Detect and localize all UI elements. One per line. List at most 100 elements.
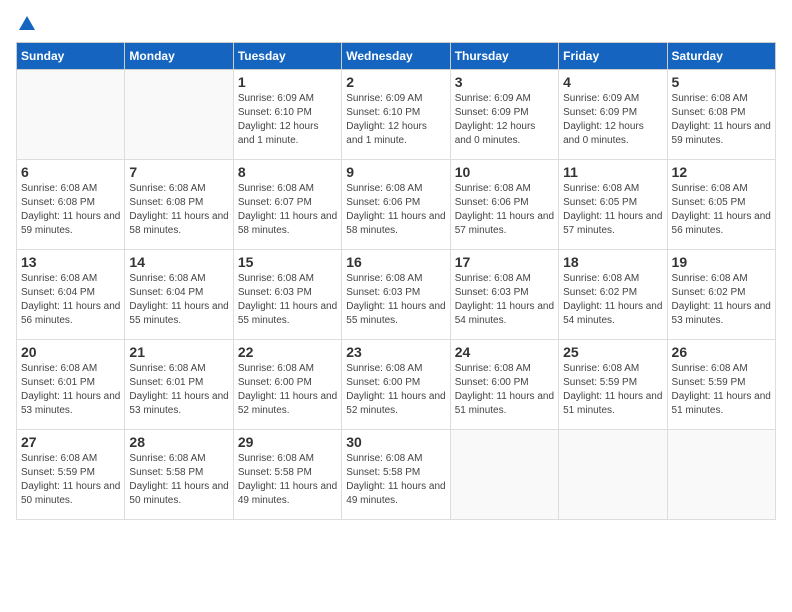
day-number: 29 — [238, 434, 337, 450]
calendar-cell: 7 Sunrise: 6:08 AM Sunset: 6:08 PM Daylig… — [125, 160, 233, 250]
day-info: Sunrise: 6:08 AM Sunset: 6:05 PM Dayligh… — [672, 182, 771, 238]
day-number: 17 — [455, 254, 554, 270]
calendar-cell: 24 Sunrise: 6:08 AM Sunset: 6:00 PM Dayli… — [450, 340, 558, 430]
calendar-cell: 20Sunrise: 6:08 AM Sunset: 6:01 PM Dayli… — [17, 340, 125, 430]
day-number: 3 — [455, 74, 554, 90]
day-info: Sunrise: 6:08 AM Sunset: 6:08 PM Dayligh… — [21, 182, 120, 238]
day-info: Sunrise: 6:08 AM Sunset: 6:04 PM Dayligh… — [129, 272, 228, 328]
calendar-cell — [559, 430, 667, 520]
day-info: Sunrise: 6:08 AM Sunset: 6:07 PM Dayligh… — [238, 182, 337, 238]
day-number: 2 — [346, 74, 445, 90]
day-info: Sunrise: 6:08 AM Sunset: 6:00 PM Dayligh… — [455, 362, 554, 418]
day-number: 28 — [129, 434, 228, 450]
calendar-cell: 13 Sunrise: 6:08 AM Sunset: 6:04 PM Dayli… — [17, 250, 125, 340]
day-info: Sunrise: 6:08 AM Sunset: 5:58 PM Dayligh… — [238, 452, 337, 508]
day-number: 11 — [563, 164, 662, 180]
calendar-cell: 26 Sunrise: 6:08 AM Sunset: 5:59 PM Dayli… — [667, 340, 775, 430]
calendar-week-row: 13 Sunrise: 6:08 AM Sunset: 6:04 PM Dayli… — [17, 250, 776, 340]
day-number: 8 — [238, 164, 337, 180]
day-info: Sunrise: 6:08 AM Sunset: 6:08 PM Dayligh… — [129, 182, 228, 238]
day-info: Sunrise: 6:08 AM Sunset: 6:03 PM Dayligh… — [238, 272, 337, 328]
day-info: Sunrise: 6:09 AM Sunset: 6:10 PM Dayligh… — [238, 92, 337, 148]
day-info: Sunrise: 6:08 AM Sunset: 6:02 PM Dayligh… — [563, 272, 662, 328]
calendar-cell: 14 Sunrise: 6:08 AM Sunset: 6:04 PM Dayli… — [125, 250, 233, 340]
calendar-cell: 15 Sunrise: 6:08 AM Sunset: 6:03 PM Dayli… — [233, 250, 341, 340]
logo-triangle-icon — [19, 16, 35, 30]
day-number: 22 — [238, 344, 337, 360]
calendar-cell: 3 Sunrise: 6:09 AM Sunset: 6:09 PM Daylig… — [450, 70, 558, 160]
day-number: 5 — [672, 74, 771, 90]
calendar-cell: 4 Sunrise: 6:09 AM Sunset: 6:09 PM Daylig… — [559, 70, 667, 160]
calendar-cell: 23 Sunrise: 6:08 AM Sunset: 6:00 PM Dayli… — [342, 340, 450, 430]
day-info: Sunrise: 6:08 AM Sunset: 6:00 PM Dayligh… — [346, 362, 445, 418]
day-info: Sunrise: 6:09 AM Sunset: 6:10 PM Dayligh… — [346, 92, 445, 148]
calendar-cell: 27Sunrise: 6:08 AM Sunset: 5:59 PM Dayli… — [17, 430, 125, 520]
calendar-cell — [125, 70, 233, 160]
day-number: 1 — [238, 74, 337, 90]
day-info: Sunrise: 6:08 AM Sunset: 5:59 PM Dayligh… — [672, 362, 771, 418]
calendar-header-row: SundayMondayTuesdayWednesdayThursdayFrid… — [17, 43, 776, 70]
day-number: 4 — [563, 74, 662, 90]
day-number: 21 — [129, 344, 228, 360]
day-number: 15 — [238, 254, 337, 270]
day-number: 19 — [672, 254, 771, 270]
calendar-cell: 8 Sunrise: 6:08 AM Sunset: 6:07 PM Daylig… — [233, 160, 341, 250]
calendar-header-wednesday: Wednesday — [342, 43, 450, 70]
day-info: Sunrise: 6:08 AM Sunset: 5:59 PM Dayligh… — [21, 452, 120, 508]
calendar-header-monday: Monday — [125, 43, 233, 70]
day-number: 12 — [672, 164, 771, 180]
day-info: Sunrise: 6:08 AM Sunset: 6:06 PM Dayligh… — [346, 182, 445, 238]
calendar-cell: 19 Sunrise: 6:08 AM Sunset: 6:02 PM Dayli… — [667, 250, 775, 340]
logo — [16, 16, 35, 32]
day-info: Sunrise: 6:09 AM Sunset: 6:09 PM Dayligh… — [563, 92, 662, 148]
calendar-cell: 9 Sunrise: 6:08 AM Sunset: 6:06 PM Daylig… — [342, 160, 450, 250]
day-info: Sunrise: 6:08 AM Sunset: 6:04 PM Dayligh… — [21, 272, 120, 328]
day-number: 7 — [129, 164, 228, 180]
day-info: Sunrise: 6:08 AM Sunset: 5:58 PM Dayligh… — [129, 452, 228, 508]
calendar-cell: 28 Sunrise: 6:08 AM Sunset: 5:58 PM Dayli… — [125, 430, 233, 520]
day-info: Sunrise: 6:08 AM Sunset: 5:59 PM Dayligh… — [563, 362, 662, 418]
day-info: Sunrise: 6:08 AM Sunset: 6:00 PM Dayligh… — [238, 362, 337, 418]
calendar-week-row: 20Sunrise: 6:08 AM Sunset: 6:01 PM Dayli… — [17, 340, 776, 430]
day-info: Sunrise: 6:09 AM Sunset: 6:09 PM Dayligh… — [455, 92, 554, 148]
day-info: Sunrise: 6:08 AM Sunset: 6:02 PM Dayligh… — [672, 272, 771, 328]
calendar-week-row: 27Sunrise: 6:08 AM Sunset: 5:59 PM Dayli… — [17, 430, 776, 520]
calendar-cell: 6 Sunrise: 6:08 AM Sunset: 6:08 PM Daylig… — [17, 160, 125, 250]
calendar-cell: 18Sunrise: 6:08 AM Sunset: 6:02 PM Dayli… — [559, 250, 667, 340]
calendar-cell: 17 Sunrise: 6:08 AM Sunset: 6:03 PM Dayli… — [450, 250, 558, 340]
day-number: 30 — [346, 434, 445, 450]
calendar-table: SundayMondayTuesdayWednesdayThursdayFrid… — [16, 42, 776, 520]
day-number: 6 — [21, 164, 120, 180]
day-info: Sunrise: 6:08 AM Sunset: 6:06 PM Dayligh… — [455, 182, 554, 238]
calendar-cell: 5 Sunrise: 6:08 AM Sunset: 6:08 PM Daylig… — [667, 70, 775, 160]
day-number: 9 — [346, 164, 445, 180]
day-info: Sunrise: 6:08 AM Sunset: 6:01 PM Dayligh… — [21, 362, 120, 418]
day-info: Sunrise: 6:08 AM Sunset: 6:03 PM Dayligh… — [455, 272, 554, 328]
calendar-week-row: 1 Sunrise: 6:09 AM Sunset: 6:10 PM Daylig… — [17, 70, 776, 160]
day-number: 10 — [455, 164, 554, 180]
day-number: 16 — [346, 254, 445, 270]
day-info: Sunrise: 6:08 AM Sunset: 6:08 PM Dayligh… — [672, 92, 771, 148]
calendar-cell: 30 Sunrise: 6:08 AM Sunset: 5:58 PM Dayli… — [342, 430, 450, 520]
header — [16, 16, 776, 32]
calendar-header-tuesday: Tuesday — [233, 43, 341, 70]
day-number: 23 — [346, 344, 445, 360]
calendar-header-sunday: Sunday — [17, 43, 125, 70]
calendar-header-friday: Friday — [559, 43, 667, 70]
calendar-header-saturday: Saturday — [667, 43, 775, 70]
calendar-cell: 2 Sunrise: 6:09 AM Sunset: 6:10 PM Daylig… — [342, 70, 450, 160]
calendar-cell: 29 Sunrise: 6:08 AM Sunset: 5:58 PM Dayli… — [233, 430, 341, 520]
calendar-cell: 10 Sunrise: 6:08 AM Sunset: 6:06 PM Dayli… — [450, 160, 558, 250]
day-number: 13 — [21, 254, 120, 270]
calendar-cell: 12 Sunrise: 6:08 AM Sunset: 6:05 PM Dayli… — [667, 160, 775, 250]
calendar-cell: 16Sunrise: 6:08 AM Sunset: 6:03 PM Dayli… — [342, 250, 450, 340]
day-info: Sunrise: 6:08 AM Sunset: 6:01 PM Dayligh… — [129, 362, 228, 418]
day-number: 24 — [455, 344, 554, 360]
calendar-cell: 25 Sunrise: 6:08 AM Sunset: 5:59 PM Dayli… — [559, 340, 667, 430]
day-number: 26 — [672, 344, 771, 360]
day-number: 25 — [563, 344, 662, 360]
calendar-cell: 22 Sunrise: 6:08 AM Sunset: 6:00 PM Dayli… — [233, 340, 341, 430]
day-info: Sunrise: 6:08 AM Sunset: 5:58 PM Dayligh… — [346, 452, 445, 508]
calendar-header-thursday: Thursday — [450, 43, 558, 70]
day-number: 14 — [129, 254, 228, 270]
